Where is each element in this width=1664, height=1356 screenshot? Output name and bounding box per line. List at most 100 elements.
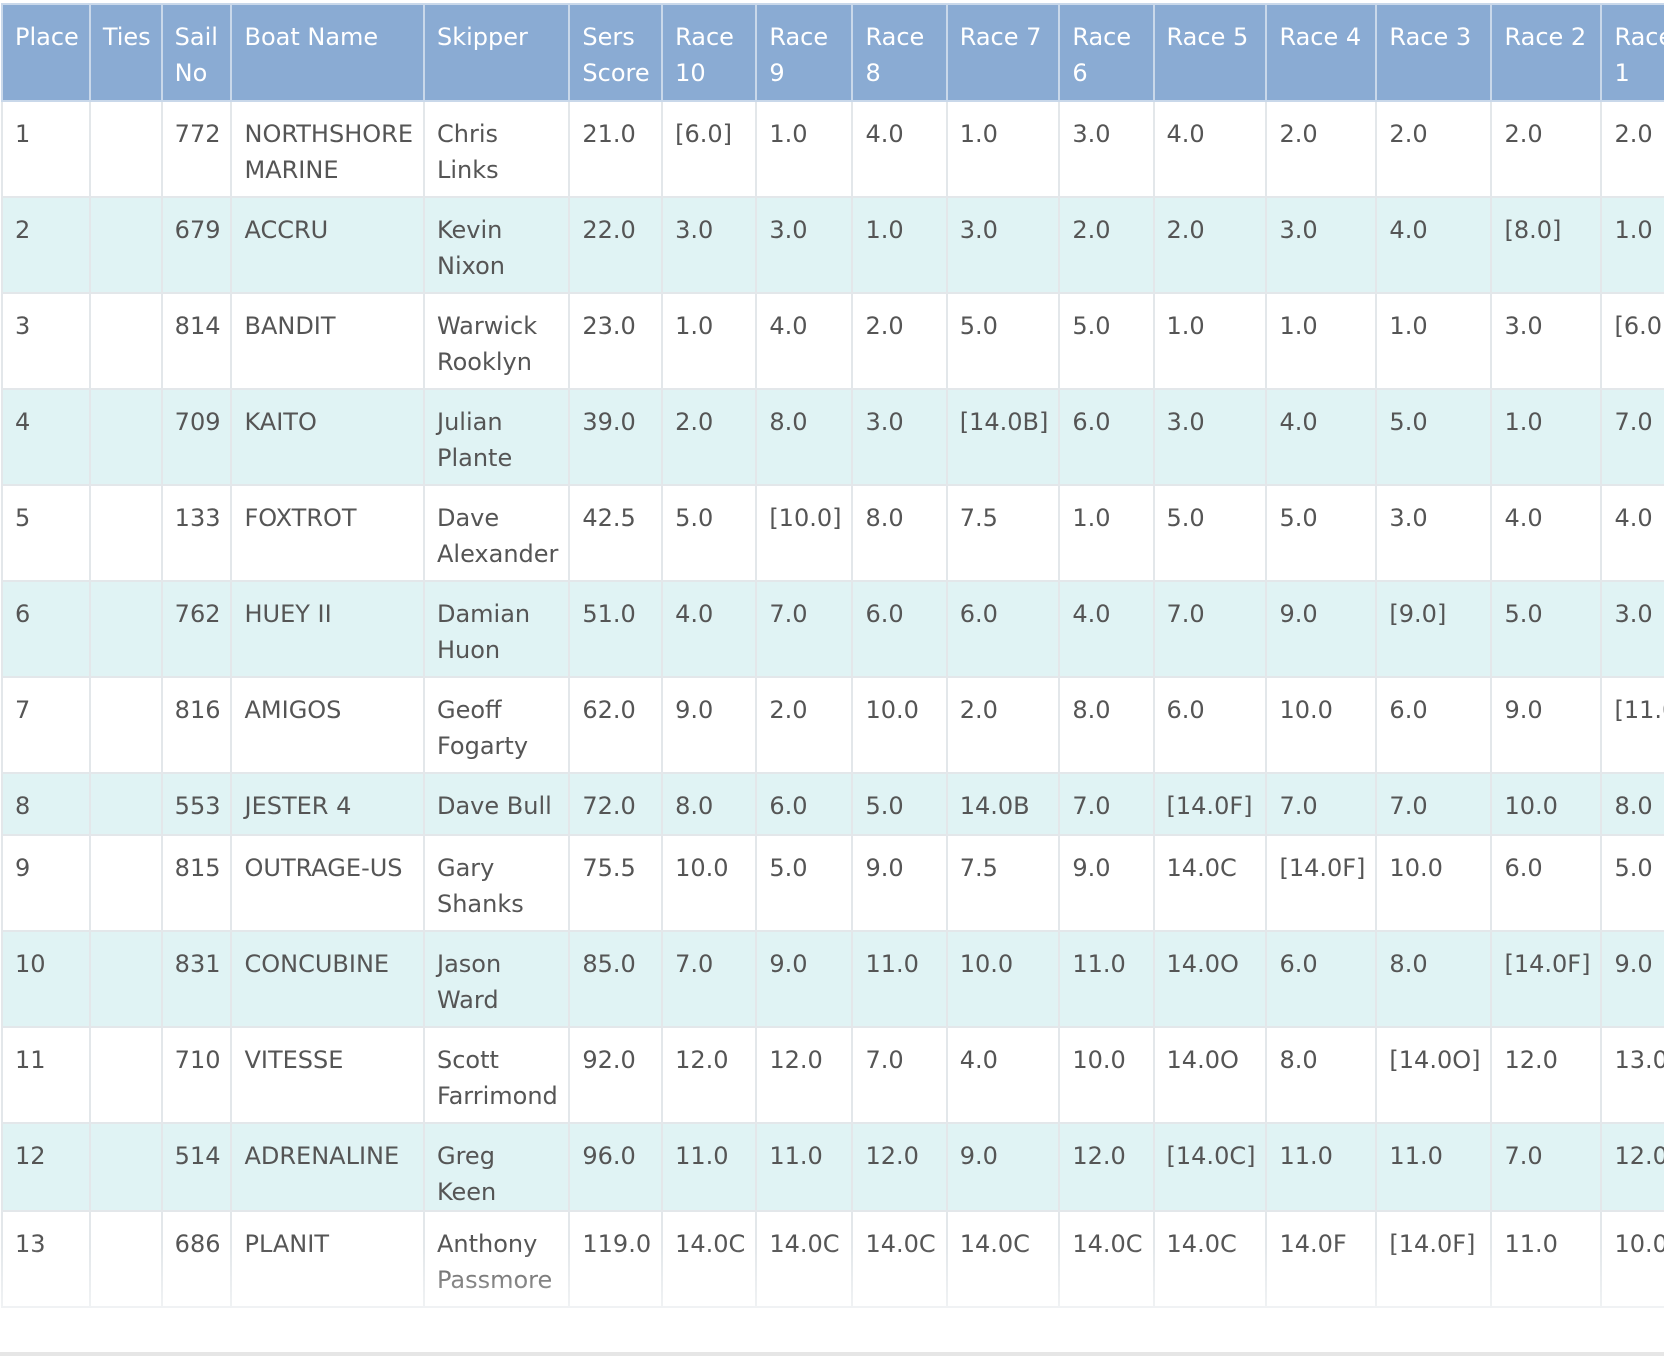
cell-boat-name: BANDIT [230,292,425,390]
cell-race-10: 7.0 [661,930,758,1028]
cell-race-6: 14.0C [1058,1210,1155,1308]
cell-sers-score: 21.0 [568,100,664,198]
cell-ties [88,1210,163,1308]
table-row: 13 686 PLANIT Anthony Passmore 119.0 14.0C 14.… [1,1210,1664,1308]
cell-race-3: 10.0 [1375,834,1493,932]
cell-race-5: [14.0F] [1152,772,1268,836]
cell-ties [88,676,163,774]
column-header-race-2: Race 2 [1490,3,1603,102]
cell-race-1: 8.0 [1600,772,1664,836]
cell-ties [88,484,163,582]
cell-boat-name: JESTER 4 [230,772,425,836]
cell-place: 6 [1,580,91,678]
cell-race-3: [14.0F] [1375,1210,1493,1308]
cell-race-7: 3.0 [945,196,1061,294]
cell-race-3: 1.0 [1375,292,1493,390]
cell-race-1: 12.0 [1600,1122,1664,1212]
cell-race-3: 5.0 [1375,388,1493,486]
cell-race-3: 7.0 [1375,772,1493,836]
cell-boat-name: KAITO [230,388,425,486]
cell-race-1: 2.0 [1600,100,1664,198]
cell-ties [88,580,163,678]
cell-race-6: 11.0 [1058,930,1155,1028]
cell-sers-score: 72.0 [568,772,664,836]
cell-skipper: Greg Keen [422,1122,571,1212]
cell-race-4: 9.0 [1265,580,1378,678]
cell-sail-no: 762 [160,580,233,678]
cell-race-3: 2.0 [1375,100,1493,198]
cell-race-5: 14.0C [1152,1210,1268,1308]
cell-race-2: 11.0 [1490,1210,1603,1308]
cell-race-4: 3.0 [1265,196,1378,294]
cell-ties [88,100,163,198]
cell-place: 7 [1,676,91,774]
column-header-race-9: Race 9 [755,3,854,102]
cell-sers-score: 96.0 [568,1122,664,1212]
column-header-race-1: Race 1 [1600,3,1664,102]
cell-sers-score: 51.0 [568,580,664,678]
cell-race-2: 10.0 [1490,772,1603,836]
cell-race-7: 10.0 [945,930,1061,1028]
cell-race-3: 6.0 [1375,676,1493,774]
cell-boat-name: ADRENALINE [230,1122,425,1212]
cell-race-7: 5.0 [945,292,1061,390]
cell-boat-name: AMIGOS [230,676,425,774]
cell-race-4: 7.0 [1265,772,1378,836]
cell-race-1: 7.0 [1600,388,1664,486]
cell-race-10: 5.0 [661,484,758,582]
cell-race-1: 10.0 [1600,1210,1664,1308]
cell-race-7: 4.0 [945,1026,1061,1124]
cell-race-2: 1.0 [1490,388,1603,486]
cell-skipper: Damian Huon [422,580,571,678]
column-header-skipper: Skipper [422,3,571,102]
cell-ties [88,930,163,1028]
cell-race-4: 1.0 [1265,292,1378,390]
column-header-race-7: Race 7 [945,3,1061,102]
column-header-ties: Ties [88,3,163,102]
cell-race-9: 4.0 [755,292,854,390]
bottom-divider [0,1352,1664,1356]
cell-race-9: 12.0 [755,1026,854,1124]
cell-skipper: Anthony Passmore [422,1210,571,1308]
cell-sail-no: 514 [160,1122,233,1212]
cell-race-1: [6.0] [1600,292,1664,390]
cell-race-7: 1.0 [945,100,1061,198]
cell-race-2: 12.0 [1490,1026,1603,1124]
column-header-race-6: Race 6 [1058,3,1155,102]
cell-place: 10 [1,930,91,1028]
cell-place: 12 [1,1122,91,1212]
cell-race-8: 14.0C [851,1210,948,1308]
cell-boat-name: CONCUBINE [230,930,425,1028]
cell-race-2: 3.0 [1490,292,1603,390]
cell-race-4: 8.0 [1265,1026,1378,1124]
cell-race-4: 6.0 [1265,930,1378,1028]
cell-race-1: 9.0 [1600,930,1664,1028]
cell-race-1: 13.0 [1600,1026,1664,1124]
cell-race-2: 4.0 [1490,484,1603,582]
cell-ties [88,1122,163,1212]
cell-race-9: 7.0 [755,580,854,678]
cell-race-2: [14.0F] [1490,930,1603,1028]
cell-race-8: 7.0 [851,1026,948,1124]
cell-boat-name: OUTRAGE-US [230,834,425,932]
cell-ties [88,772,163,836]
cell-race-8: 2.0 [851,292,948,390]
cell-boat-name: NORTHSHORE MARINE [230,100,425,198]
cell-race-10: [6.0] [661,100,758,198]
cell-race-6: 2.0 [1058,196,1155,294]
column-header-boat-name: Boat Name [230,3,425,102]
cell-race-7: 2.0 [945,676,1061,774]
table-row: 9 815 OUTRAGE-US Gary Shanks 75.5 10.0 5.0 9.0 7… [1,834,1664,932]
cell-race-5: [14.0C] [1152,1122,1268,1212]
cell-race-3: 8.0 [1375,930,1493,1028]
cell-place: 13 [1,1210,91,1308]
table-row: 2 679 ACCRU Kevin Nixon 22.0 3.0 3.0 1.0 3.0 2.0 2… [1,196,1664,294]
cell-race-4: 4.0 [1265,388,1378,486]
cell-place: 4 [1,388,91,486]
cell-race-7: [14.0B] [945,388,1061,486]
cell-race-3: [14.0O] [1375,1026,1493,1124]
cell-place: 1 [1,100,91,198]
cell-race-2: 5.0 [1490,580,1603,678]
cell-race-8: 8.0 [851,484,948,582]
cell-race-9: [10.0] [755,484,854,582]
